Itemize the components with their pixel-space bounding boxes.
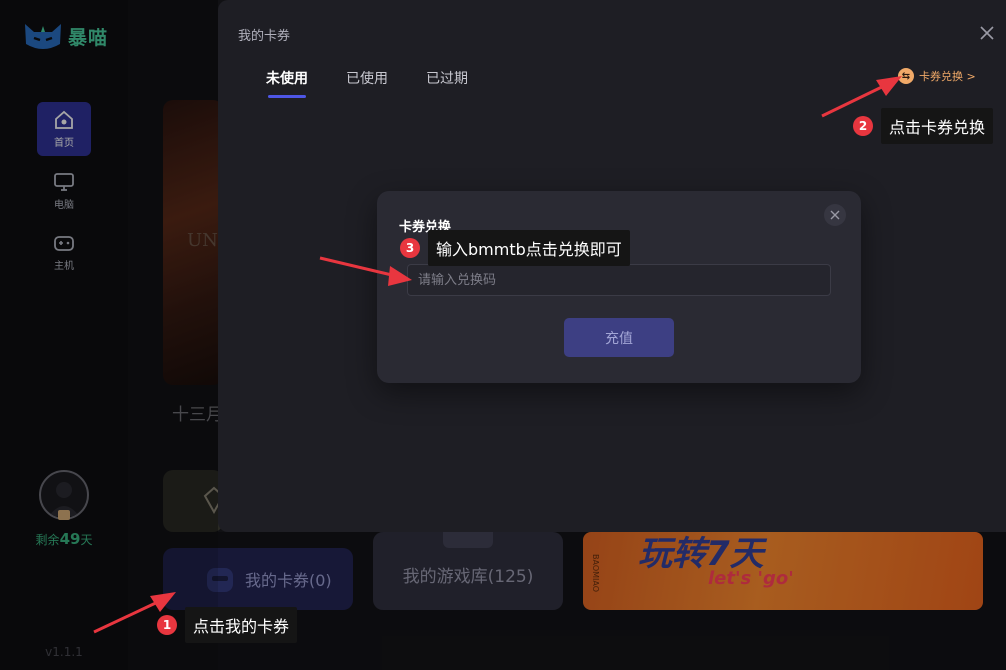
annotation-text-2: 点击卡券兑换 bbox=[881, 108, 994, 144]
my-coupons-modal: 我的卡券 未使用 已使用 已过期 ⇆ 卡券兑换 > 卡券兑换 充值 bbox=[218, 0, 1006, 532]
app-background: 暴喵 首页 电脑 主机 剩余49天 v1.1.1 UN 十三月 我的卡券(0) … bbox=[0, 0, 1006, 670]
annotation-text-3: 输入bmmtb点击兑换即可 bbox=[428, 230, 630, 266]
close-icon[interactable] bbox=[978, 24, 996, 42]
tab-unused[interactable]: 未使用 bbox=[266, 68, 308, 98]
overlay-dim bbox=[0, 0, 218, 670]
annotation-badge-2: 2 bbox=[853, 116, 873, 136]
annotation-1: 1 点击我的卡券 bbox=[157, 607, 298, 643]
close-icon bbox=[830, 210, 840, 220]
annotation-badge-3: 3 bbox=[400, 238, 420, 258]
overlay-dim-bottom bbox=[218, 532, 1006, 670]
annotation-badge-1: 1 bbox=[157, 615, 177, 635]
redeem-coupon-link[interactable]: ⇆ 卡券兑换 > bbox=[898, 68, 976, 84]
recharge-button[interactable]: 充值 bbox=[564, 318, 674, 357]
annotation-2: 2 点击卡券兑换 bbox=[853, 108, 994, 144]
tab-used[interactable]: 已使用 bbox=[346, 68, 388, 98]
annotation-3: 3 输入bmmtb点击兑换即可 bbox=[400, 230, 630, 266]
exchange-icon: ⇆ bbox=[898, 68, 914, 84]
redeem-dialog: 卡券兑换 充值 bbox=[377, 191, 861, 383]
coupon-tabs: 未使用 已使用 已过期 bbox=[266, 68, 468, 98]
annotation-text-1: 点击我的卡券 bbox=[185, 607, 298, 643]
redeem-link-label: 卡券兑换 > bbox=[919, 70, 976, 83]
redeem-code-input[interactable] bbox=[407, 264, 831, 296]
dialog-close-button[interactable] bbox=[824, 204, 846, 226]
tab-expired[interactable]: 已过期 bbox=[426, 68, 468, 98]
modal-title: 我的卡券 bbox=[238, 29, 291, 44]
